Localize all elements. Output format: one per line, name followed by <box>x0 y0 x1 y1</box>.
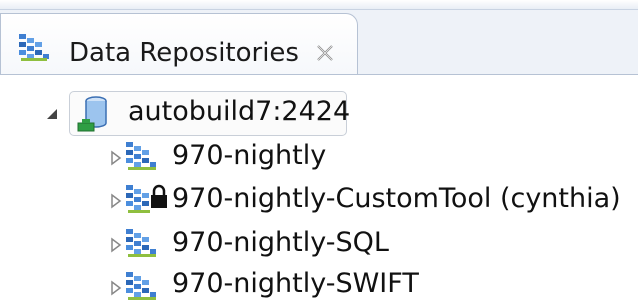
tree-item-label: 970-nightly-CustomTool (cynthia) <box>172 183 621 214</box>
window-top-edge <box>0 0 638 10</box>
tree-item-label: 970-nightly <box>172 140 327 171</box>
tree-item-label: 970-nightly-SWIFT <box>172 268 419 299</box>
repository-locked-icon <box>124 183 167 217</box>
repository-icon <box>124 270 162 304</box>
expand-arrow-icon[interactable] <box>108 193 124 209</box>
tree-root-label: autobuild7:2424 <box>128 96 351 127</box>
database-server-icon <box>76 95 114 132</box>
tree-item-label: 970-nightly-SQL <box>172 227 389 258</box>
collapse-arrow-icon[interactable] <box>45 106 61 122</box>
data-repositories-tab[interactable]: Data Repositories <box>0 13 358 75</box>
repository-icon <box>124 140 162 174</box>
repository-icon <box>124 227 162 261</box>
expand-arrow-icon[interactable] <box>108 150 124 166</box>
close-icon[interactable] <box>314 42 336 64</box>
view-title: Data Repositories <box>69 38 299 68</box>
repository-icon <box>17 32 51 62</box>
expand-arrow-icon[interactable] <box>108 237 124 253</box>
expand-arrow-icon[interactable] <box>108 280 124 296</box>
